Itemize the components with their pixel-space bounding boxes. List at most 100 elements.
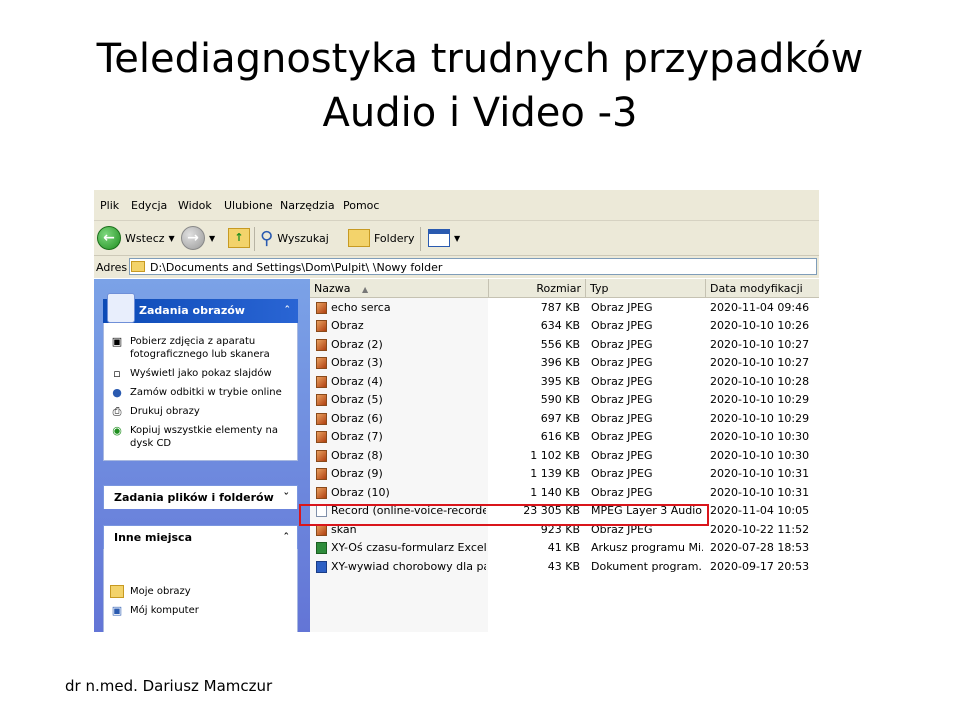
place-my-pictures[interactable]: Moje obrazy xyxy=(104,585,297,598)
jpeg-file-icon xyxy=(316,486,327,499)
forward-button[interactable]: → ▼ xyxy=(181,226,215,250)
toolbar-separator xyxy=(254,227,255,251)
file-row[interactable]: XY-wywiad chorobowy dla pa... 43 KB Dokume… xyxy=(310,558,819,576)
collapse-chevron-icon[interactable]: ˆ xyxy=(285,299,291,323)
file-date: 2020-10-10 10:26 xyxy=(710,319,810,332)
column-header-size[interactable]: Rozmiar xyxy=(489,279,586,298)
up-folder-icon: ↑ xyxy=(228,228,250,248)
other-places-header[interactable]: Inne miejsca ˆ xyxy=(103,525,298,549)
picture-tasks-title: Zadania obrazów xyxy=(139,304,245,317)
file-row[interactable]: Obraz (5) 590 KB Obraz JPEG 2020-10-10 10:2… xyxy=(310,391,819,409)
forward-dropdown-icon[interactable]: ▼ xyxy=(209,234,215,243)
file-size: 634 KB xyxy=(540,319,580,332)
jpeg-file-icon xyxy=(316,394,327,406)
task-print-pictures[interactable]: ⎙ Drukuj obrazy xyxy=(104,405,297,418)
column-header-date[interactable]: Data modyfikacji xyxy=(706,279,819,298)
file-row[interactable]: Obraz (4) 395 KB Obraz JPEG 2020-10-10 10:2… xyxy=(310,373,819,391)
toolbar: ← Wstecz ▼ → ▼ ↑ ⚲ Wyszukaj Foldery ▼ xyxy=(94,221,819,256)
forward-arrow-icon: → xyxy=(181,226,205,250)
address-bar: Adres D:\Documents and Settings\Dom\Pulp… xyxy=(94,256,819,278)
jpeg-file-icon xyxy=(316,338,327,351)
search-button[interactable]: ⚲ Wyszukaj xyxy=(260,226,329,250)
file-type: Obraz JPEG xyxy=(591,467,653,480)
my-pictures-icon xyxy=(110,585,124,598)
file-row[interactable]: Obraz (8) 1 102 KB Obraz JPEG 2020-10-10 10… xyxy=(310,447,819,465)
task-import-photos[interactable]: ▣ Pobierz zdjęcia z aparatu fotograficzn… xyxy=(104,335,297,361)
back-dropdown-icon[interactable]: ▼ xyxy=(169,234,175,243)
file-row[interactable]: Obraz (7) 616 KB Obraz JPEG 2020-10-10 10:3… xyxy=(310,428,819,446)
file-size: 556 KB xyxy=(540,337,580,351)
views-dropdown-icon[interactable]: ▼ xyxy=(454,234,460,243)
file-size: 43 KB xyxy=(547,559,580,573)
file-tasks-panel: Zadania plików i folderów ˇ xyxy=(103,485,298,509)
file-date: 2020-10-10 10:31 xyxy=(710,485,810,499)
file-type: Obraz JPEG xyxy=(591,448,653,462)
place-my-computer[interactable]: ▣ Mój komputer xyxy=(104,604,297,617)
search-icon: ⚲ xyxy=(260,227,274,249)
slide-footer: dr n.med. Dariusz Mamczur xyxy=(65,677,273,695)
up-folder-button[interactable]: ↑ xyxy=(228,226,250,250)
file-date: 2020-11-04 09:46 xyxy=(710,300,810,314)
file-tasks-header[interactable]: Zadania plików i folderów ˇ xyxy=(103,485,298,509)
picture-tasks-header[interactable]: Zadania obrazów ˆ xyxy=(103,293,298,323)
expand-chevron-icon[interactable]: ˇ xyxy=(284,486,290,510)
task-copy-to-cd[interactable]: ◉ Kopiuj wszystkie elementy na dysk CD xyxy=(104,424,297,450)
menu-widok[interactable]: Widok xyxy=(178,199,212,212)
file-date: 2020-10-10 10:29 xyxy=(710,411,810,425)
menu-edycja[interactable]: Edycja xyxy=(131,199,167,212)
file-row[interactable]: XY-Oś czasu-formularz Excel_KM 41 KB Arkus… xyxy=(310,539,819,557)
file-size: 41 KB xyxy=(547,541,580,554)
menu-pomoc[interactable]: Pomoc xyxy=(343,199,379,212)
file-date: 2020-10-10 10:28 xyxy=(710,374,810,388)
jpeg-file-icon xyxy=(316,301,327,314)
file-size: 1 140 KB xyxy=(530,485,580,499)
menu-narzedzia[interactable]: Narzędzia xyxy=(280,199,335,212)
slide-title: Telediagnostyka trudnych przypadków Audi… xyxy=(0,32,960,140)
file-row[interactable]: Obraz 634 KB Obraz JPEG 2020-10-10 10:26 xyxy=(310,317,819,335)
file-type: Obraz JPEG xyxy=(591,356,653,369)
file-row[interactable]: Obraz (3) 396 KB Obraz JPEG 2020-10-10 10:2… xyxy=(310,354,819,372)
address-input[interactable]: D:\Documents and Settings\Dom\Pulpit\ \N… xyxy=(129,258,817,275)
column-header-type[interactable]: Typ xyxy=(586,279,706,298)
place-label: Mój komputer xyxy=(130,605,199,616)
file-name: Obraz (10) xyxy=(331,485,390,499)
file-row[interactable]: Obraz (9) 1 139 KB Obraz JPEG 2020-10-10 10… xyxy=(310,465,819,483)
back-button[interactable]: ← Wstecz ▼ xyxy=(97,226,175,250)
address-label: Adres xyxy=(96,261,128,274)
column-header-name[interactable]: Nazwa ▲ xyxy=(310,279,489,298)
menu-ulubione[interactable]: Ulubione xyxy=(224,199,273,212)
file-name: Obraz (2) xyxy=(331,337,383,351)
file-row[interactable]: Obraz (2) 556 KB Obraz JPEG 2020-10-10 10:2… xyxy=(310,336,819,354)
file-row[interactable]: Obraz (10) 1 140 KB Obraz JPEG 2020-10-10 1… xyxy=(310,484,819,502)
jpeg-file-icon xyxy=(316,468,327,480)
menu-plik[interactable]: Plik xyxy=(100,199,119,212)
file-row[interactable]: echo serca 787 KB Obraz JPEG 2020-11-04 09:… xyxy=(310,299,819,317)
file-row[interactable]: Obraz (6) 697 KB Obraz JPEG 2020-10-10 10:2… xyxy=(310,410,819,428)
task-order-prints[interactable]: ● Zamów odbitki w trybie online xyxy=(104,386,297,399)
file-type: Obraz JPEG xyxy=(591,430,653,443)
file-date: 2020-10-10 10:30 xyxy=(710,448,810,462)
file-date: 2020-10-10 10:31 xyxy=(710,467,810,480)
toolbar-separator xyxy=(420,227,421,251)
collapse-chevron-icon[interactable]: ˆ xyxy=(284,526,290,550)
file-size: 1 102 KB xyxy=(530,448,580,462)
file-date: 2020-11-04 10:05 xyxy=(710,504,810,517)
file-type: Obraz JPEG xyxy=(591,485,653,499)
explorer-window: Plik Edycja Widok Ulubione Narzędzia Pom… xyxy=(94,190,819,632)
file-type: Obraz JPEG xyxy=(591,300,653,314)
file-size: 787 KB xyxy=(540,300,580,314)
task-slideshow[interactable]: ▫ Wyświetl jako pokaz slajdów xyxy=(104,367,297,380)
menu-bar: Plik Edycja Widok Ulubione Narzędzia Pom… xyxy=(94,190,819,221)
search-label: Wyszukaj xyxy=(277,231,329,245)
file-date: 2020-09-17 20:53 xyxy=(710,559,810,573)
cd-icon: ◉ xyxy=(112,424,122,437)
file-name: Obraz (6) xyxy=(331,411,383,425)
file-size: 590 KB xyxy=(540,393,580,406)
folders-button[interactable]: Foldery xyxy=(348,226,415,250)
file-date: 2020-07-28 18:53 xyxy=(710,541,810,554)
other-places-title: Inne miejsca xyxy=(114,531,192,544)
file-type: Arkusz programu Mi... xyxy=(591,541,703,554)
views-button[interactable]: ▼ xyxy=(428,226,460,250)
file-size: 395 KB xyxy=(540,374,580,388)
file-type: Obraz JPEG xyxy=(591,337,653,351)
